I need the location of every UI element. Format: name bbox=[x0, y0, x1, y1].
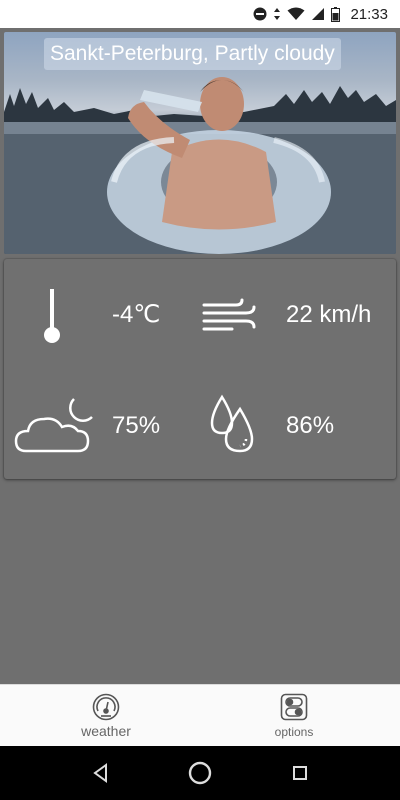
cell-signal-icon bbox=[311, 7, 325, 21]
wifi-icon bbox=[287, 7, 305, 21]
wind-speed-value: 22 km/h bbox=[286, 301, 372, 328]
weather-details-card: -4℃ 22 km/h 75% 86% bbox=[4, 259, 396, 479]
nav-weather-label: weather bbox=[81, 723, 131, 739]
data-arrows-icon bbox=[273, 7, 281, 21]
partly-cloudy-night-icon bbox=[14, 393, 100, 463]
recents-icon[interactable] bbox=[285, 758, 315, 788]
system-navigation-bar bbox=[0, 746, 400, 800]
nav-options[interactable]: options bbox=[194, 685, 394, 747]
location-condition-title: Sankt-Peterburg, Partly cloudy bbox=[44, 38, 341, 70]
humidity-value: 86% bbox=[286, 412, 335, 439]
do-not-disturb-icon bbox=[253, 7, 267, 21]
clock: 21:33 bbox=[350, 5, 388, 23]
temperature-value: -4℃ bbox=[112, 301, 161, 328]
home-icon[interactable] bbox=[185, 758, 215, 788]
nav-weather[interactable]: weather bbox=[6, 685, 206, 747]
back-icon[interactable] bbox=[86, 758, 116, 788]
battery-icon bbox=[331, 6, 341, 22]
nav-options-label: options bbox=[274, 725, 314, 739]
toggle-switch-icon bbox=[280, 693, 308, 725]
cloudiness-value: 75% bbox=[112, 412, 161, 439]
wind-icon bbox=[202, 297, 258, 337]
status-icons: 21:33 bbox=[253, 4, 388, 24]
humidity-drops-icon bbox=[206, 393, 256, 461]
bottom-navigation: weather options bbox=[0, 684, 400, 747]
status-bar: 21:33 bbox=[0, 0, 400, 28]
thermometer-icon bbox=[40, 289, 64, 349]
city-photo: Sankt-Peterburg, Partly cloudy bbox=[4, 32, 396, 254]
gauge-icon bbox=[92, 693, 120, 725]
